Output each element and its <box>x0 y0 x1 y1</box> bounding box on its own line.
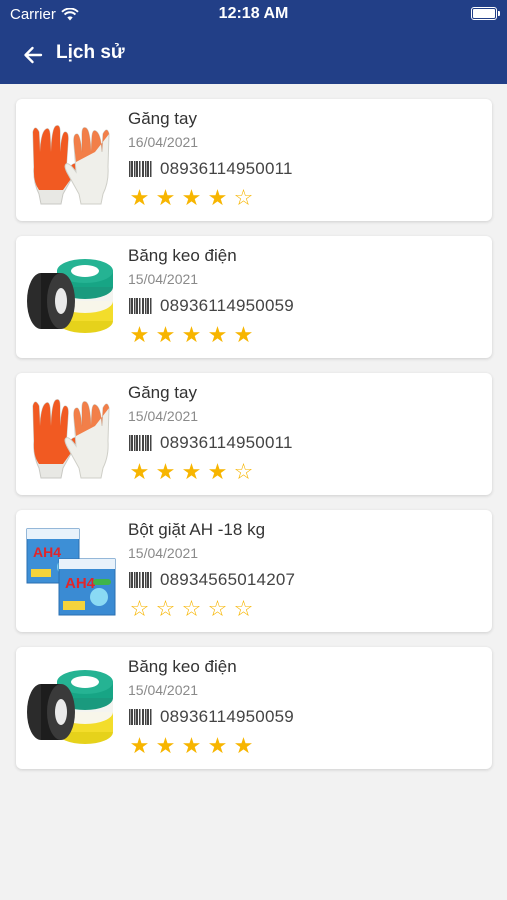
scan-date: 16/04/2021 <box>128 134 199 150</box>
back-button[interactable] <box>18 40 48 70</box>
barcode-icon <box>129 572 152 588</box>
star-filled-icon: ★ <box>129 460 150 485</box>
star-filled-icon: ★ <box>181 734 202 759</box>
svg-text:AH4: AH4 <box>33 544 61 560</box>
rating-stars: ★ ★ ★ ★ ★ <box>128 735 478 759</box>
star-outline-icon: ☆ <box>207 597 228 622</box>
barcode-icon <box>129 298 152 314</box>
star-filled-icon: ★ <box>129 323 150 348</box>
barcode-row: 08936114950011 <box>128 157 478 181</box>
star-filled-icon: ★ <box>129 186 150 211</box>
product-image <box>25 660 117 756</box>
barcode-row: 08936114950011 <box>128 431 478 455</box>
product-image <box>25 386 117 482</box>
rating-stars: ★ ★ ★ ★ ★ <box>128 324 478 348</box>
scan-date: 15/04/2021 <box>128 271 199 287</box>
star-filled-icon: ★ <box>155 460 176 485</box>
barcode-icon <box>129 161 152 177</box>
barcode-row: 08936114950059 <box>128 705 478 729</box>
star-filled-icon: ★ <box>207 186 228 211</box>
barcode-icon <box>129 709 152 725</box>
history-item[interactable]: Băng keo điện 15/04/2021 08936114950059 ★ ★ ★… <box>16 647 492 769</box>
star-filled-icon: ★ <box>181 186 202 211</box>
star-filled-icon: ★ <box>207 460 228 485</box>
product-info: Băng keo điện 15/04/2021 08936114950059 ★ ★ ★… <box>128 656 478 759</box>
product-name: Bột giặt AH -18 kg <box>128 520 266 539</box>
star-filled-icon: ★ <box>181 460 202 485</box>
history-item[interactable]: Găng tay 16/04/2021 08936114950011 ★ ★ ★ ★ ☆ <box>16 99 492 221</box>
barcode-row: 08936114950059 <box>128 294 478 318</box>
star-filled-icon: ★ <box>155 186 176 211</box>
barcode-number: 08936114950059 <box>160 296 294 315</box>
star-filled-icon: ★ <box>129 734 150 759</box>
history-item[interactable]: AH4 AH4 Bột giặt AH -18 kg 15/04/2021 0893… <box>16 510 492 632</box>
product-name: Băng keo điện <box>128 657 237 676</box>
back-arrow-icon <box>24 46 43 64</box>
barcode-number: 08936114950011 <box>160 159 293 178</box>
rating-stars: ★ ★ ★ ★ ☆ <box>128 187 478 211</box>
barcode-number: 08934565014207 <box>160 570 296 589</box>
star-outline-icon: ☆ <box>155 597 176 622</box>
product-name: Găng tay <box>128 109 197 128</box>
status-bar: Carrier 12:18 AM <box>0 0 507 30</box>
barcode-number: 08936114950011 <box>160 433 293 452</box>
star-filled-icon: ★ <box>233 323 254 348</box>
rating-stars: ★ ★ ★ ★ ☆ <box>128 461 478 485</box>
product-info: Găng tay 15/04/2021 08936114950011 ★ ★ ★ ★ ☆ <box>128 382 478 485</box>
product-name: Băng keo điện <box>128 246 237 265</box>
star-filled-icon: ★ <box>233 734 254 759</box>
star-filled-icon: ★ <box>155 323 176 348</box>
history-list: Găng tay 16/04/2021 08936114950011 ★ ★ ★ ★ ☆ Bă… <box>16 99 492 784</box>
star-outline-icon: ☆ <box>233 597 254 622</box>
star-outline-icon: ☆ <box>181 597 202 622</box>
status-time: 12:18 AM <box>218 5 289 22</box>
star-outline-icon: ☆ <box>233 460 254 485</box>
history-item[interactable]: Băng keo điện 15/04/2021 08936114950059 ★ ★ ★… <box>16 236 492 358</box>
history-item[interactable]: Găng tay 15/04/2021 08936114950011 ★ ★ ★ ★ ☆ <box>16 373 492 495</box>
star-filled-icon: ★ <box>181 323 202 348</box>
app-header: Carrier 12:18 AM Lịch sử <box>0 0 507 84</box>
product-name: Găng tay <box>128 383 197 402</box>
page-title: Lịch sử <box>56 42 125 63</box>
barcode-icon <box>129 435 152 451</box>
star-outline-icon: ☆ <box>129 597 150 622</box>
scan-date: 15/04/2021 <box>128 682 199 698</box>
product-image: AH4 AH4 <box>25 523 117 619</box>
product-info: Bột giặt AH -18 kg 15/04/2021 089345650142… <box>128 519 478 622</box>
barcode-row: 08934565014207 <box>128 568 478 592</box>
rating-stars: ☆ ☆ ☆ ☆ ☆ <box>128 598 478 622</box>
product-image <box>25 249 117 345</box>
product-info: Găng tay 16/04/2021 08936114950011 ★ ★ ★ ★ ☆ <box>128 108 478 211</box>
star-filled-icon: ★ <box>207 734 228 759</box>
barcode-number: 08936114950059 <box>160 707 294 726</box>
star-filled-icon: ★ <box>207 323 228 348</box>
star-filled-icon: ★ <box>155 734 176 759</box>
product-info: Băng keo điện 15/04/2021 08936114950059 ★ ★ ★… <box>128 245 478 348</box>
scan-date: 15/04/2021 <box>128 545 199 561</box>
battery-icon <box>471 7 500 20</box>
svg-text:AH4: AH4 <box>65 575 96 592</box>
star-outline-icon: ☆ <box>233 186 254 211</box>
nav-bar: Lịch sử <box>0 30 507 84</box>
product-image <box>25 112 117 208</box>
scan-date: 15/04/2021 <box>128 408 199 424</box>
